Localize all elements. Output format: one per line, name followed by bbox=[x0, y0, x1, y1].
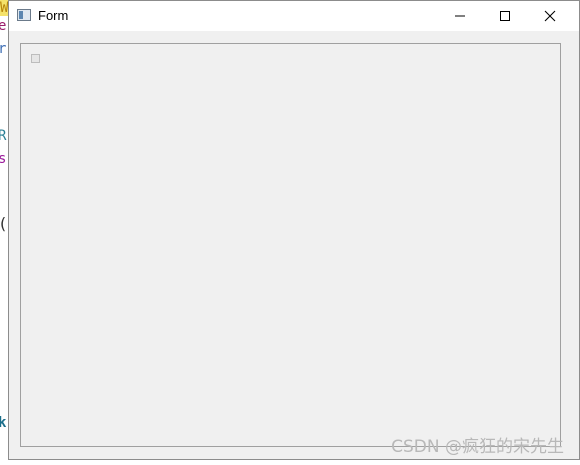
app-window-icon bbox=[17, 9, 31, 21]
close-button[interactable] bbox=[527, 1, 572, 31]
close-icon bbox=[544, 10, 555, 22]
minimize-button[interactable] bbox=[437, 1, 482, 31]
maximize-button[interactable] bbox=[482, 1, 527, 31]
screen: W e r R s ( k Form bbox=[0, 0, 580, 465]
maximize-icon bbox=[499, 11, 510, 21]
minimize-icon bbox=[454, 15, 465, 17]
form-window: Form bbox=[8, 0, 580, 460]
editor-glyph: e bbox=[0, 18, 7, 34]
group-checkbox[interactable] bbox=[31, 54, 40, 63]
title-bar[interactable]: Form bbox=[9, 1, 579, 31]
group-box bbox=[20, 43, 561, 447]
editor-glyph: s bbox=[0, 151, 7, 167]
editor-glyph: R bbox=[0, 128, 7, 144]
editor-glyph: r bbox=[0, 41, 7, 57]
watermark: CSDN @疯狂的宋先生 bbox=[391, 437, 564, 457]
editor-glyph: W bbox=[0, 0, 9, 16]
editor-glyph: k bbox=[0, 415, 7, 431]
window-title: Form bbox=[38, 8, 69, 23]
editor-glyph: ( bbox=[0, 216, 8, 232]
